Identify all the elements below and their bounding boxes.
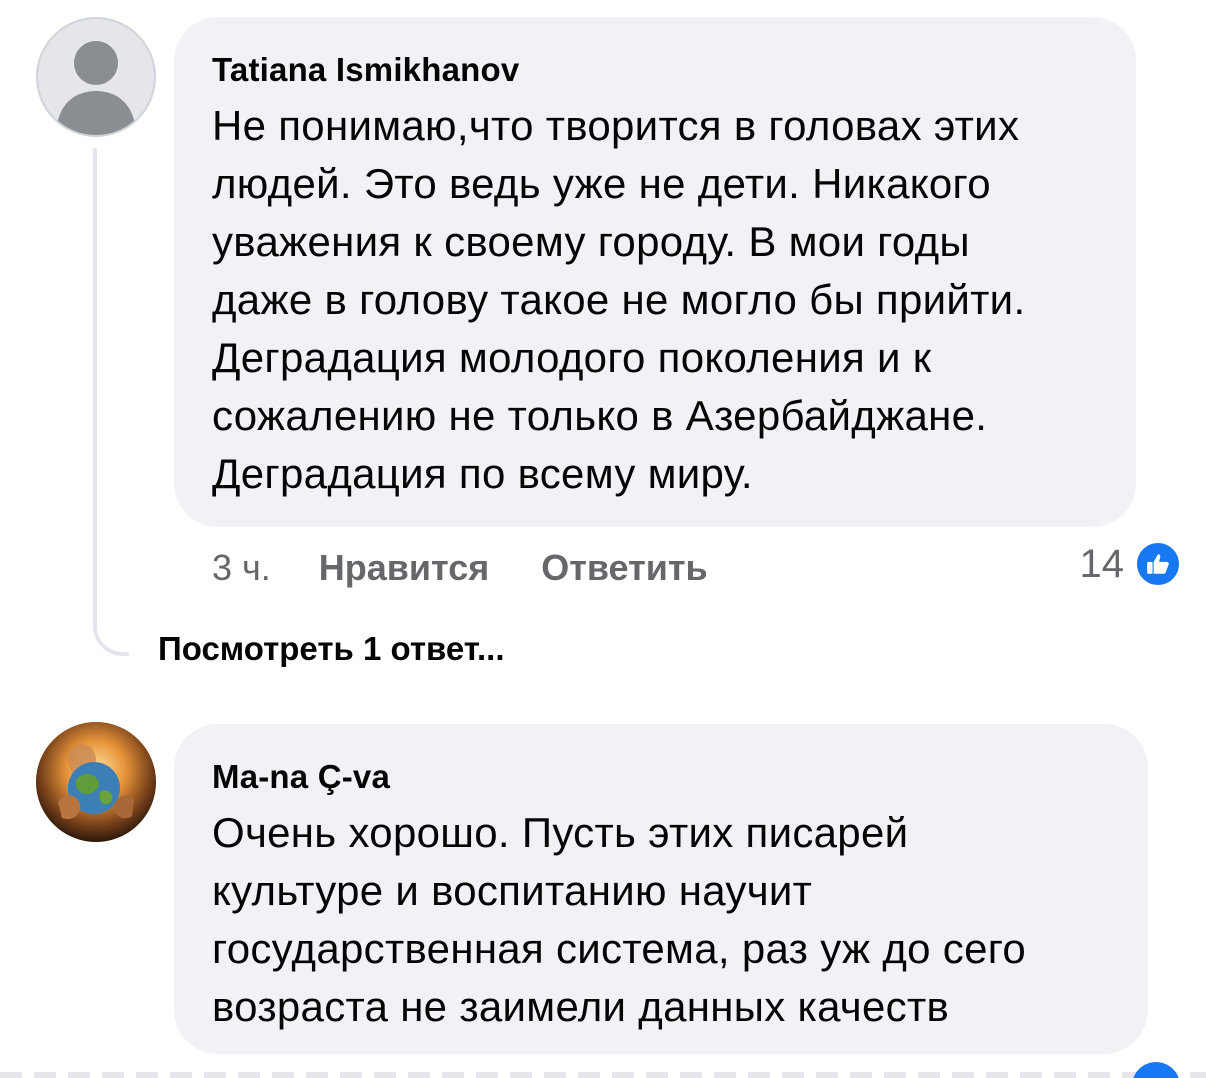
default-person-icon bbox=[56, 41, 136, 135]
comment-author[interactable]: Tatiana Ismikhanov bbox=[212, 51, 1098, 89]
user-avatar[interactable] bbox=[36, 17, 156, 137]
comment-text: Не понимаю,что творится в головах этих л… bbox=[212, 102, 1026, 497]
earth-in-hands-image bbox=[36, 722, 156, 842]
user-avatar[interactable] bbox=[36, 722, 156, 842]
cropped-actions-row bbox=[0, 1072, 1206, 1078]
reply-thread-connector bbox=[93, 148, 129, 656]
like-thumbs-up-icon bbox=[1132, 1062, 1180, 1078]
reply-button[interactable]: Ответить bbox=[541, 547, 707, 589]
reaction-count: 14 bbox=[1079, 541, 1125, 586]
comments-thread: Tatiana Ismikhanov Не понимаю,что творит… bbox=[0, 0, 1206, 1078]
like-thumbs-up-icon bbox=[1134, 540, 1182, 588]
comment-text: Очень хорошо. Пусть этих писарей культур… bbox=[212, 809, 1027, 1030]
thumbs-up-glyph bbox=[1147, 554, 1169, 574]
comment-bubble: Tatiana Ismikhanov Не понимаю,что творит… bbox=[174, 17, 1136, 527]
comment-author[interactable]: Ma-na Ç-va bbox=[212, 758, 1110, 796]
view-replies-link[interactable]: Посмотреть 1 ответ... bbox=[158, 630, 505, 668]
like-button[interactable]: Нравится bbox=[319, 547, 489, 589]
comment-actions: 3 ч. Нравится Ответить bbox=[212, 545, 760, 591]
reactions-summary[interactable]: 14 bbox=[1079, 540, 1182, 588]
comment-timestamp[interactable]: 3 ч. bbox=[212, 547, 271, 589]
comment-bubble: Ma-na Ç-va Очень хорошо. Пусть этих писа… bbox=[174, 724, 1148, 1054]
